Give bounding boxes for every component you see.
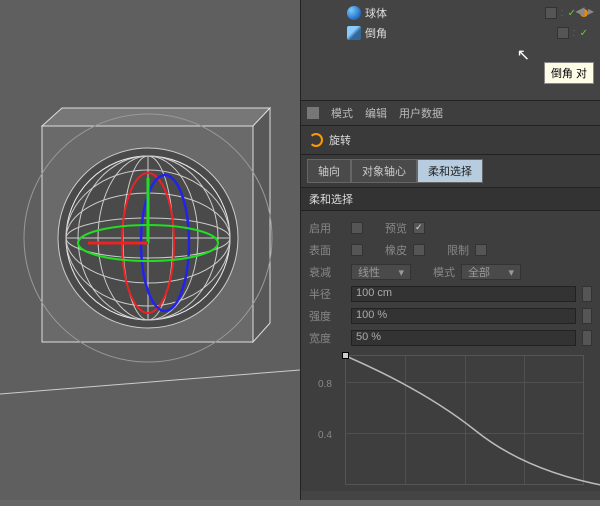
viewport-3d[interactable]	[0, 0, 300, 500]
checkbox-surface[interactable]	[351, 244, 363, 256]
input-strength[interactable]: 100 %	[351, 308, 576, 324]
label-falloff: 衰减	[309, 264, 345, 280]
tab-object-axis[interactable]: 对象轴心	[351, 159, 417, 183]
sphere-icon	[347, 6, 361, 20]
tag-visibility[interactable]	[545, 7, 557, 19]
checkbox-enable[interactable]	[351, 222, 363, 234]
select-falloff[interactable]: 线性▾	[351, 264, 411, 280]
label-mode: 模式	[433, 264, 455, 280]
object-manager[interactable]: 球体 : ✓ 倒角 : ✓ ↖ 倒角 对	[301, 0, 600, 101]
menu-edit[interactable]: 编辑	[365, 105, 387, 121]
label-rubber: 橡皮	[385, 242, 407, 258]
nav-arrows[interactable]: ◀ ▸	[575, 4, 594, 18]
input-radius[interactable]: 100 cm	[351, 286, 576, 302]
checkbox-limit[interactable]	[475, 244, 487, 256]
viewport-scene	[0, 0, 300, 500]
attribute-menu-bar[interactable]: 模式 编辑 用户数据 ◀ ▸	[301, 101, 600, 126]
tab-soft-selection[interactable]: 柔和选择	[417, 159, 483, 183]
right-panels: 球体 : ✓ 倒角 : ✓ ↖ 倒角 对 模式 编辑 用户数据 ◀ ▸	[300, 0, 600, 500]
ytick: 0.8	[318, 379, 332, 390]
stepper-radius[interactable]	[582, 286, 592, 302]
label-enable: 启用	[309, 220, 345, 236]
properties-panel: 启用 预览 表面 橡皮 限制 衰减 线性▾ 模式 全部▾ 半径 100 cm 强…	[301, 211, 600, 491]
attribute-tabs: 轴向 对象轴心 柔和选择	[301, 155, 600, 187]
attribute-title-bar: 旋转	[301, 126, 600, 155]
object-label: 球体	[365, 5, 545, 21]
menu-mode[interactable]: 模式	[331, 105, 353, 121]
label-preview: 预览	[385, 220, 407, 236]
object-label: 倒角	[365, 25, 557, 41]
label-surface: 表面	[309, 242, 345, 258]
input-width[interactable]: 50 %	[351, 330, 576, 346]
ytick: 0.4	[318, 430, 332, 441]
grid-icon	[307, 107, 319, 119]
label-width: 宽度	[309, 330, 345, 346]
falloff-curve	[346, 356, 600, 506]
label-radius: 半径	[309, 286, 345, 302]
menu-userdata[interactable]: 用户数据	[399, 105, 443, 121]
tab-axis[interactable]: 轴向	[307, 159, 351, 183]
tag-check: ✓	[580, 28, 588, 39]
attribute-title: 旋转	[329, 132, 351, 148]
checkbox-rubber[interactable]	[413, 244, 425, 256]
stepper-strength[interactable]	[582, 308, 592, 324]
stepper-width[interactable]	[582, 330, 592, 346]
label-limit: 限制	[447, 242, 469, 258]
bevel-icon	[347, 26, 361, 40]
tag-visibility[interactable]	[557, 27, 569, 39]
tooltip: 倒角 对	[544, 62, 594, 84]
section-header: 柔和选择	[301, 187, 600, 211]
object-row-bevel[interactable]: 倒角 : ✓	[307, 24, 594, 42]
falloff-curve-editor[interactable]: 0.8 0.4	[345, 355, 584, 485]
checkbox-preview[interactable]	[413, 222, 425, 234]
select-mode[interactable]: 全部▾	[461, 264, 521, 280]
object-row-sphere[interactable]: 球体 : ✓	[307, 4, 594, 22]
curve-handle-start[interactable]	[342, 352, 349, 359]
rotate-icon	[309, 133, 323, 147]
label-strength: 强度	[309, 308, 345, 324]
